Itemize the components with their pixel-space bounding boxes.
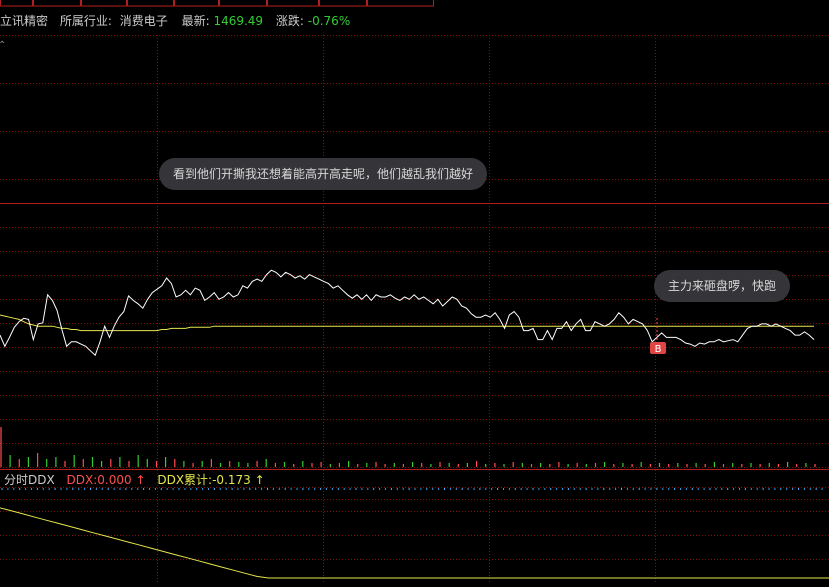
period-tab-frame (174, 0, 219, 7)
period-tab-frame (219, 0, 267, 7)
period-tab[interactable] (319, 0, 367, 7)
period-tab[interactable] (81, 0, 127, 7)
period-tab-frame (319, 0, 367, 7)
ddx-cumulative-arrow: ↑ (255, 473, 265, 487)
period-tab-frame (367, 0, 434, 7)
period-tab-frame (267, 0, 319, 7)
industry-label: 所属行业: (60, 14, 112, 28)
stock-name: 立讯精密 (0, 13, 48, 28)
intraday-chart-window: 立讯精密 所属行业: 消费电子 最新: 1469.49 涨跌: -0.76% ⌃… (0, 0, 829, 582)
comment-text: 主力来砸盘啰，快跑 (668, 279, 777, 293)
period-tab-frame (33, 0, 81, 7)
svg-text:分时DDX DDX:0.000: 分时DDX DDX:0.000 ↑ DDX累计:-0.173 ↑ (4, 473, 265, 487)
latest-label: 最新: (182, 13, 210, 28)
collapse-chevron-icon[interactable]: ⌃ (0, 40, 6, 51)
period-tab[interactable] (0, 0, 33, 7)
change-label: 涨跌: (276, 13, 304, 28)
period-tab-bar (0, 0, 434, 7)
ddx-value: DDX:0.000 (67, 473, 132, 487)
comment-bubble[interactable]: 看到他们开撕我还想着能高开高走呢，他们越乱我们越好 (159, 158, 488, 190)
period-tab[interactable] (367, 0, 434, 7)
period-tab-frame (127, 0, 174, 7)
period-tab-frame (81, 0, 127, 7)
industry-value: 消费电子 (120, 14, 168, 28)
buy-marker-label: B (655, 344, 662, 355)
change-percent: -0.76% (308, 14, 350, 28)
period-tab[interactable] (174, 0, 219, 7)
comment-bubble[interactable]: 主力来砸盘啰，快跑 (654, 270, 791, 302)
period-tab-frame (0, 0, 33, 7)
buy-marker[interactable]: B (650, 342, 666, 355)
period-tab[interactable] (267, 0, 319, 7)
ddx-indicator-header: 分时DDX DDX:0.000 ↑ DDX累计:-0.173 ↑ (4, 473, 265, 487)
latest-price: 1469.49 (213, 14, 263, 28)
period-tab[interactable] (219, 0, 267, 7)
ddx-arrow: ↑ (135, 473, 145, 487)
period-tab[interactable] (127, 0, 174, 7)
ddx-panel-label[interactable]: 分时DDX (4, 473, 55, 487)
comment-text: 看到他们开撕我还想着能高开高走呢，他们越乱我们越好 (173, 167, 474, 181)
period-tab[interactable] (33, 0, 81, 7)
ddx-cumulative-value: DDX累计:-0.173 (157, 473, 250, 487)
